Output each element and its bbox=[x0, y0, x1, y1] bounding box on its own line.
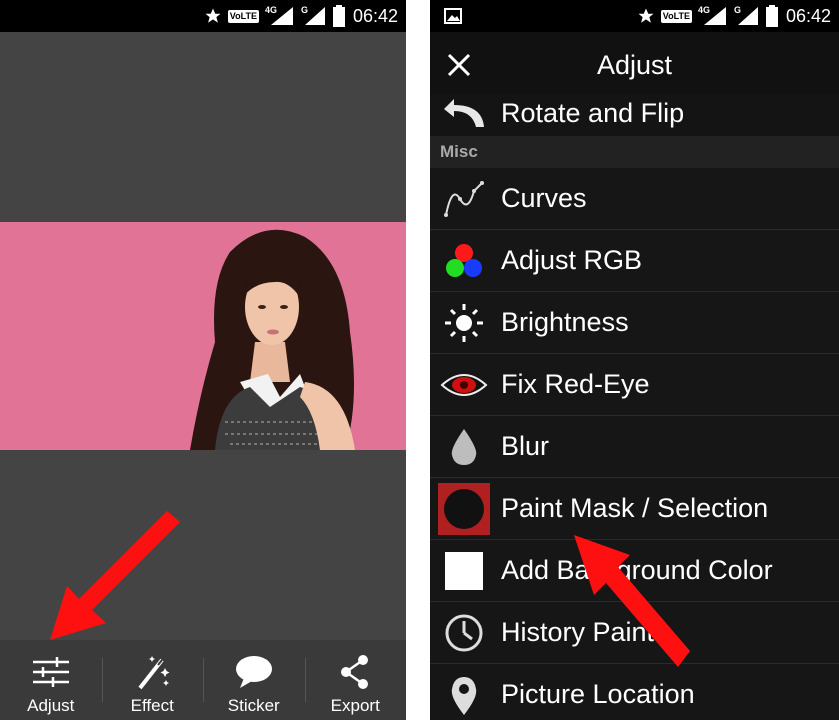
star-icon bbox=[205, 8, 221, 23]
menu-item-label: Add Background Color bbox=[501, 555, 773, 585]
white-square-icon bbox=[436, 549, 492, 593]
volte-badge: VoLTE bbox=[660, 9, 692, 23]
adjust-app-bar: Adjust bbox=[430, 32, 839, 94]
menu-item-brightness[interactable]: Brightness bbox=[430, 292, 839, 354]
edited-photo bbox=[0, 222, 406, 450]
menu-item-fix-red-eye[interactable]: Fix Red-Eye bbox=[430, 354, 839, 416]
menu-item-label: Adjust RGB bbox=[501, 245, 643, 275]
sticker-button[interactable]: Sticker bbox=[203, 640, 305, 720]
effect-label: Effect bbox=[130, 696, 174, 715]
drop-icon bbox=[436, 425, 492, 469]
menu-item-label: History Paint bbox=[501, 617, 655, 647]
signal-4g-icon: 4G bbox=[698, 5, 728, 25]
star-icon bbox=[638, 8, 654, 23]
menu-item-curves[interactable]: Curves bbox=[430, 168, 839, 230]
sun-icon bbox=[436, 301, 492, 345]
menu-item-label: Rotate and Flip bbox=[501, 97, 685, 128]
effect-button[interactable]: Effect bbox=[101, 640, 204, 720]
adjust-label: Adjust bbox=[27, 696, 75, 715]
menu-item-adjust-rgb[interactable]: Adjust RGB bbox=[430, 230, 839, 292]
battery-icon bbox=[332, 5, 345, 27]
red-arrow-annotation bbox=[50, 511, 180, 640]
page-title: Adjust bbox=[596, 50, 673, 80]
export-label: Export bbox=[330, 696, 380, 715]
share-icon bbox=[341, 655, 369, 689]
status-bar: VoLTE 4G G 06:42 bbox=[0, 0, 406, 32]
red-eye-icon bbox=[436, 363, 492, 407]
menu-item-label: Blur bbox=[501, 431, 550, 461]
curves-icon bbox=[436, 177, 492, 221]
mask-circle-icon bbox=[436, 482, 492, 535]
sticker-label: Sticker bbox=[227, 696, 280, 715]
menu-item-add-background-color[interactable]: Add Background Color bbox=[430, 540, 839, 602]
export-button[interactable]: Export bbox=[304, 640, 407, 720]
menu-item-rotate-flip[interactable]: Rotate and Flip bbox=[430, 94, 839, 136]
clock-time: 06:42 bbox=[352, 5, 398, 26]
adjust-button[interactable]: Adjust bbox=[0, 640, 102, 720]
signal-g-icon: G bbox=[734, 5, 760, 25]
adjust-menu-list: Rotate and Flip Misc Curves Adjust RGB B… bbox=[430, 94, 839, 720]
menu-item-label: Paint Mask / Selection bbox=[501, 493, 769, 523]
rotate-arrow-icon bbox=[436, 93, 492, 137]
menu-item-blur[interactable]: Blur bbox=[430, 416, 839, 478]
section-header-misc: Misc bbox=[430, 136, 839, 168]
location-pin-icon bbox=[436, 673, 492, 717]
menu-item-label: Curves bbox=[501, 183, 587, 213]
photo-editor-screen: VoLTE 4G G 06:42 Adjust Effect Sticker E… bbox=[0, 0, 406, 720]
signal-4g-icon: 4G bbox=[265, 5, 295, 25]
editor-toolbar: Adjust Effect Sticker Export bbox=[0, 640, 406, 720]
clock-icon bbox=[436, 611, 492, 655]
menu-item-paint-mask[interactable]: Paint Mask / Selection bbox=[430, 478, 839, 540]
menu-item-picture-location[interactable]: Picture Location bbox=[430, 664, 839, 720]
portrait-image bbox=[0, 222, 406, 450]
battery-icon bbox=[765, 5, 778, 27]
menu-item-label: Fix Red-Eye bbox=[501, 369, 650, 399]
rgb-dots-icon bbox=[436, 239, 492, 283]
sliders-icon bbox=[32, 657, 69, 687]
menu-item-history-paint[interactable]: History Paint bbox=[430, 602, 839, 664]
volte-badge: VoLTE bbox=[227, 9, 259, 23]
speech-bubble-icon bbox=[235, 656, 272, 688]
clock-time: 06:42 bbox=[785, 5, 831, 26]
signal-g-icon: G bbox=[301, 5, 327, 25]
menu-item-label: Brightness bbox=[501, 307, 629, 337]
status-bar: VoLTE 4G G 06:42 bbox=[430, 0, 839, 32]
menu-item-label: Picture Location bbox=[501, 679, 695, 709]
magic-wand-icon bbox=[138, 656, 170, 690]
gallery-icon bbox=[444, 8, 462, 24]
adjust-menu-screen: VoLTE 4G G 06:42 Adjust Rotate and Flip … bbox=[430, 0, 839, 720]
